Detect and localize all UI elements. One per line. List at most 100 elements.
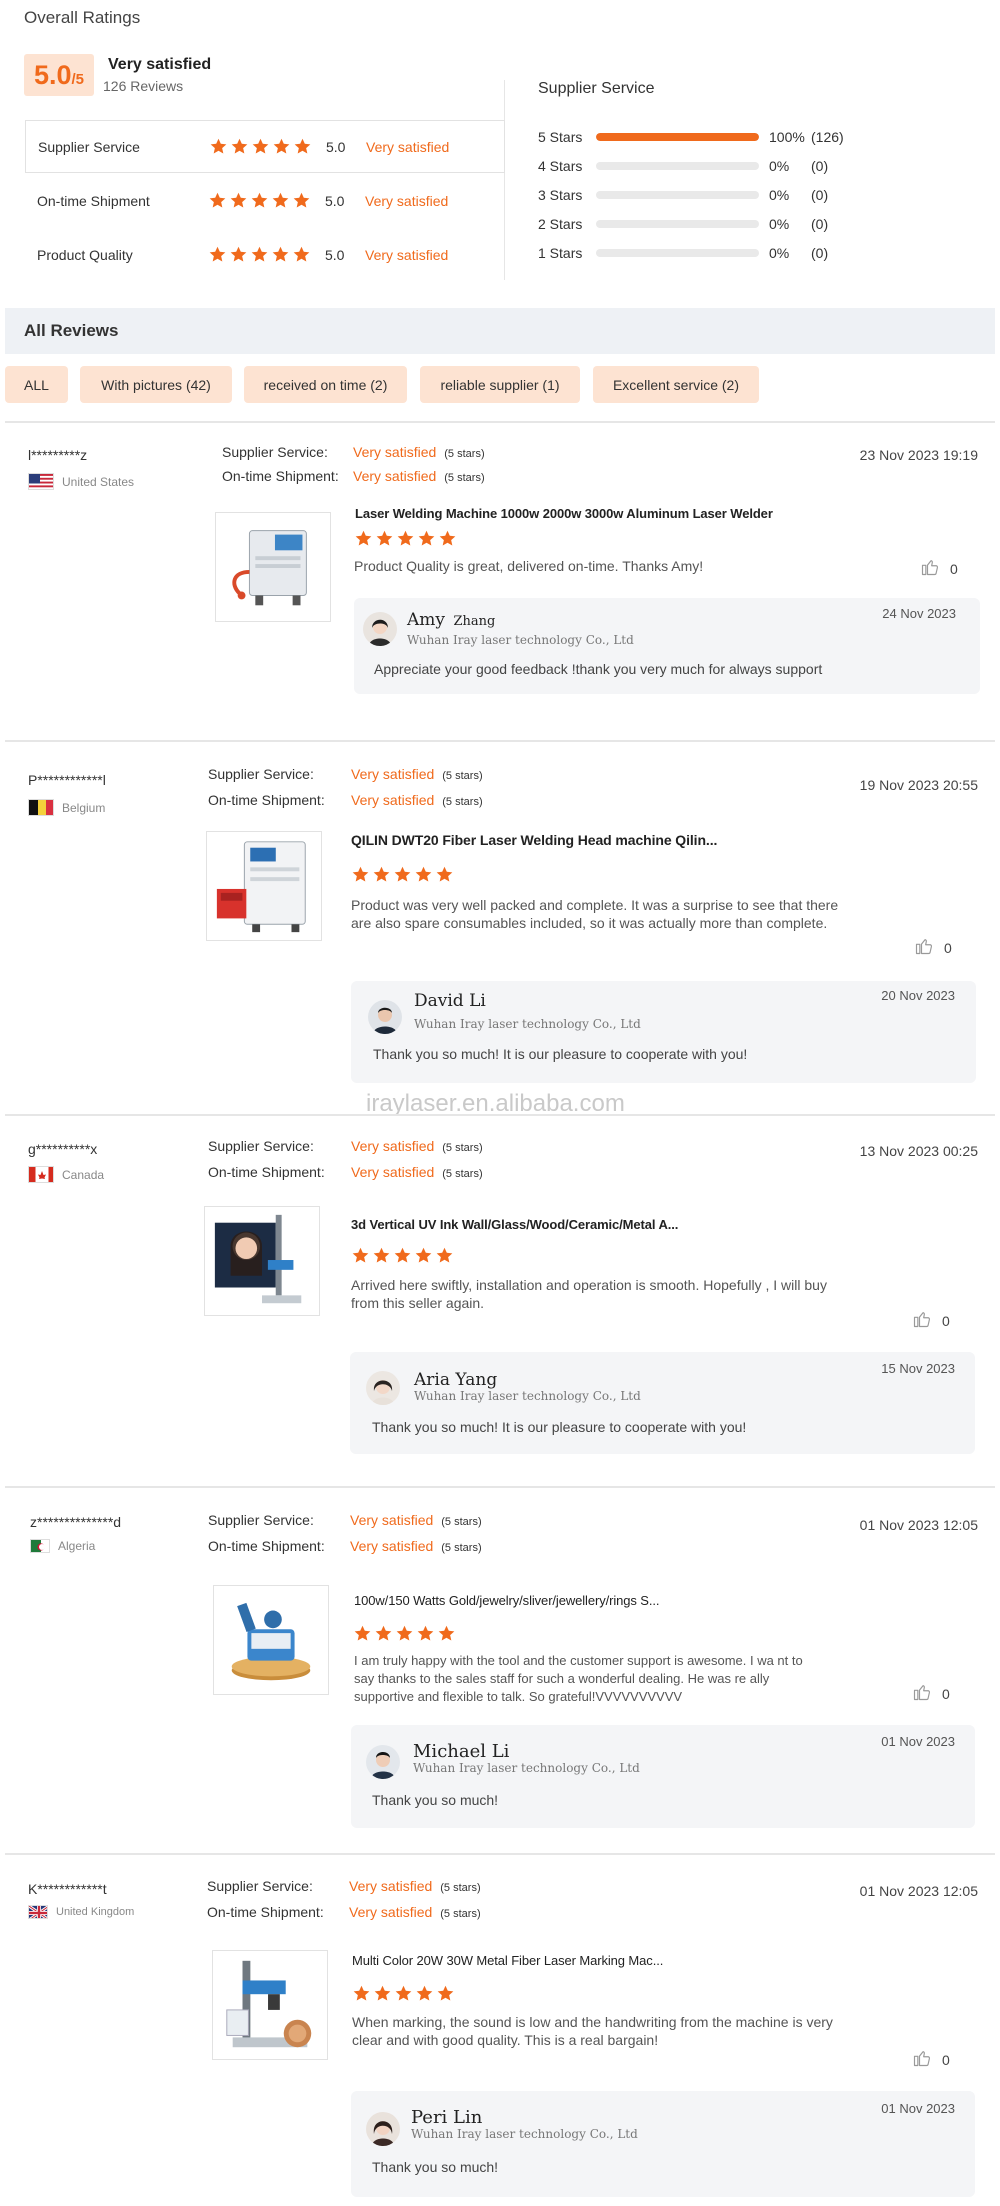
rating-row-supplier-service[interactable]: Supplier Service 5.0 Very satisfied	[25, 120, 505, 173]
ontime-shipment-value: Very satisfied	[351, 792, 435, 808]
reply-name: Amy Zhang	[407, 610, 495, 630]
product-title[interactable]: Multi Color 20W 30W Metal Fiber Laser Ma…	[352, 1953, 663, 1968]
review-user: l*********z	[28, 447, 88, 463]
rating-stars	[209, 137, 324, 156]
like-button[interactable]: 0	[912, 1682, 950, 1705]
distribution-row-3[interactable]: 3 Stars 0% (0)	[538, 185, 828, 205]
review-ontime-shipment: On-time Shipment: Very satisfied (5 star…	[208, 1164, 483, 1180]
distribution-bar	[596, 249, 759, 257]
all-reviews-title: All Reviews	[24, 321, 119, 340]
supplier-service-stars: (5 stars)	[442, 1142, 483, 1154]
ontime-shipment-stars: (5 stars)	[441, 1542, 482, 1554]
product-title[interactable]: QILIN DWT20 Fiber Laser Welding Head mac…	[351, 832, 717, 848]
distribution-count: (0)	[811, 245, 829, 261]
overall-ratings-title: Overall Ratings	[24, 8, 141, 27]
star-icon	[208, 245, 227, 264]
divider	[5, 1486, 995, 1488]
rating-row-ontime-shipment[interactable]: On-time Shipment 5.0 Very satisfied	[25, 174, 505, 227]
product-thumbnail[interactable]	[212, 1950, 328, 2060]
thumbs-up-icon	[912, 1682, 932, 1705]
distribution-percent: 0%	[769, 187, 790, 203]
review-country-label: Algeria	[58, 1539, 96, 1553]
review-country-label: United States	[62, 474, 135, 489]
distribution-row-2[interactable]: 2 Stars 0% (0)	[538, 214, 828, 234]
review-text: Product Quality is great, delivered on-t…	[354, 558, 704, 574]
supplier-service-stars: (5 stars)	[444, 448, 485, 460]
star-icon	[229, 245, 248, 264]
product-thumbnail[interactable]	[204, 1206, 320, 1316]
star-icon	[372, 1246, 391, 1265]
filter-chip-reliable-supplier[interactable]: reliable supplier (1)	[420, 366, 580, 403]
overall-review-count: 126 Reviews	[103, 78, 184, 94]
star-icon	[353, 1624, 372, 1643]
like-button[interactable]: 0	[914, 936, 952, 959]
distribution-row-5[interactable]: 5 Stars 100% (126)	[538, 127, 844, 147]
review-date: 19 Nov 2023 20:55	[859, 777, 978, 793]
distribution-count: (126)	[811, 129, 844, 145]
reply-company: Wuhan Iray laser technology Co., Ltd	[411, 2127, 638, 2141]
product-title[interactable]: 100w/150 Watts Gold/jewelry/sliver/jewel…	[354, 1593, 660, 1608]
star-icon	[271, 191, 290, 210]
distribution-label: 5 Stars	[538, 129, 583, 145]
ontime-shipment-value: Very satisfied	[351, 1164, 435, 1180]
product-thumbnail[interactable]	[213, 1585, 329, 1695]
rating-row-product-quality[interactable]: Product Quality 5.0 Very satisfied	[25, 228, 505, 281]
ontime-shipment-label: On-time Shipment:	[208, 792, 325, 808]
star-icon	[229, 191, 248, 210]
rating-value: 5.0	[325, 246, 345, 263]
filter-chip-excellent-service[interactable]: Excellent service (2)	[593, 366, 759, 403]
star-icon	[417, 529, 436, 548]
thumbs-up-icon	[912, 1309, 932, 1332]
filter-chip-with-pictures[interactable]: With pictures (42)	[80, 366, 232, 403]
star-icon	[394, 1984, 413, 2003]
review-country: Algeria	[30, 1539, 95, 1553]
distribution-percent: 0%	[769, 245, 790, 261]
star-icon	[209, 137, 228, 156]
reply-date: 20 Nov 2023	[881, 988, 955, 1003]
ontime-shipment-value: Very satisfied	[349, 1904, 433, 1920]
product-thumbnail[interactable]	[215, 512, 331, 622]
like-button[interactable]: 0	[912, 2048, 950, 2071]
star-icon	[393, 1246, 412, 1265]
divider	[5, 421, 995, 423]
all-reviews-header	[5, 308, 995, 354]
star-icon	[250, 191, 269, 210]
distribution-percent: 0%	[769, 216, 790, 232]
star-icon	[230, 137, 249, 156]
reply-name: Michael Li	[413, 1741, 510, 1762]
distribution-row-4[interactable]: 4 Stars 0% (0)	[538, 156, 828, 176]
supplier-service-label: Supplier Service:	[208, 1138, 314, 1154]
distribution-row-1[interactable]: 1 Stars 0% (0)	[538, 243, 828, 263]
divider	[5, 1114, 995, 1116]
filter-chip-received-on-time[interactable]: received on time (2)	[244, 366, 407, 403]
filter-chip-all[interactable]: ALL	[5, 366, 68, 403]
product-title[interactable]: 3d Vertical UV Ink Wall/Glass/Wood/Ceram…	[351, 1217, 678, 1232]
product-thumbnail[interactable]	[206, 831, 322, 941]
like-button[interactable]: 0	[920, 557, 958, 580]
reply-date: 15 Nov 2023	[881, 1361, 955, 1376]
star-icon	[208, 191, 227, 210]
like-count: 0	[942, 1685, 950, 1702]
supplier-service-stars: (5 stars)	[440, 1882, 481, 1894]
like-button[interactable]: 0	[912, 1309, 950, 1332]
overall-score-label: Very satisfied	[108, 56, 212, 73]
star-icon	[271, 245, 290, 264]
rating-text: Very satisfied	[365, 192, 449, 209]
overall-score-max: /5	[71, 71, 85, 88]
reply-name-last: Zhang	[453, 614, 496, 629]
review-country-label: United Kingdom	[56, 1906, 135, 1918]
supplier-service-stars: (5 stars)	[441, 1516, 482, 1528]
reply-company: Wuhan Iray laser technology Co., Ltd	[414, 1389, 641, 1403]
rating-value: 5.0	[325, 192, 345, 209]
product-title[interactable]: Laser Welding Machine 1000w 2000w 3000w …	[355, 506, 773, 521]
review-stars	[353, 1624, 456, 1643]
dz-flag-icon	[30, 1539, 50, 1553]
reply-text: Thank you so much! It is our pleasure to…	[373, 1046, 748, 1062]
reply-text: Thank you so much!	[372, 2159, 499, 2175]
us-flag-icon	[28, 473, 54, 490]
supplier-service-label: Supplier Service:	[207, 1878, 313, 1894]
review-user: P************l	[28, 772, 106, 788]
ontime-shipment-value: Very satisfied	[353, 468, 437, 484]
star-icon	[272, 137, 291, 156]
review-stars	[351, 1246, 454, 1265]
